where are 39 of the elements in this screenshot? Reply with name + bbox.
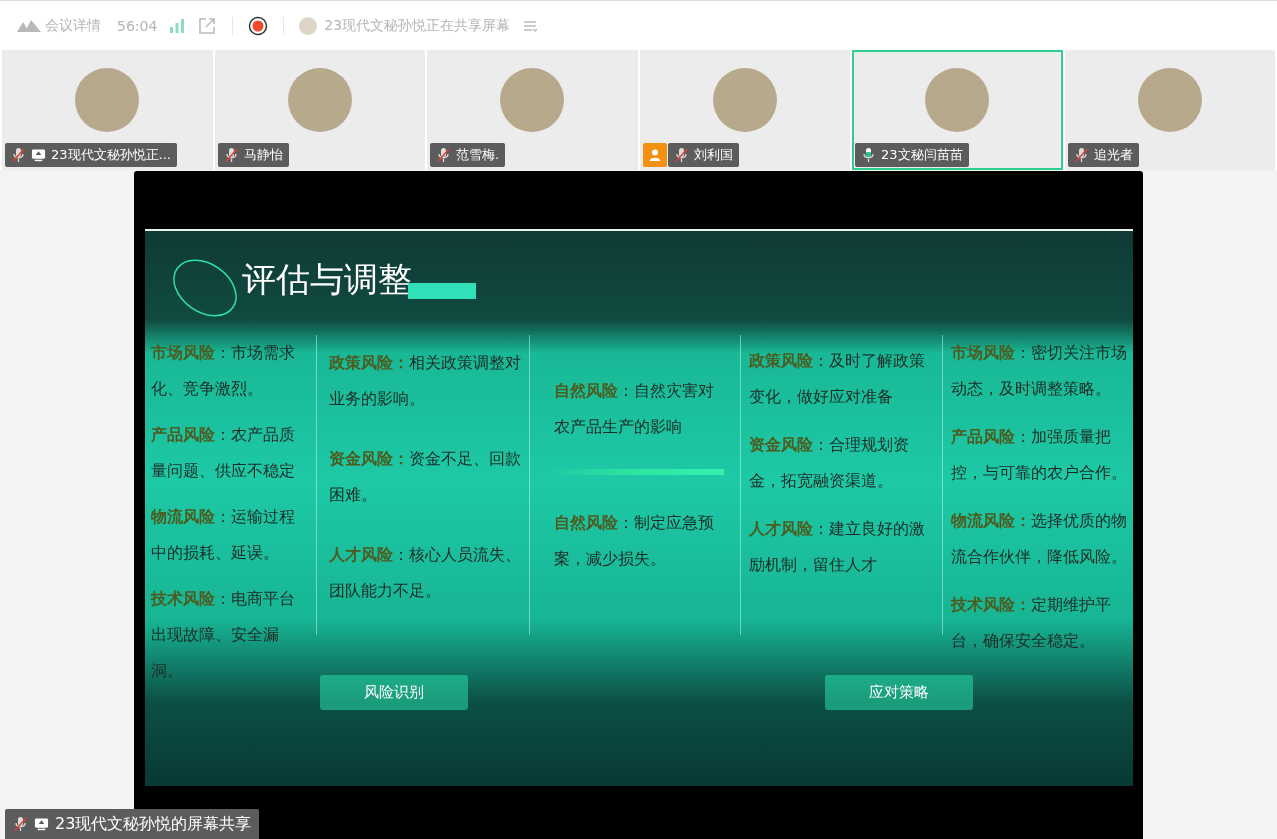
risk-item-text: 产品风险：农产品质量问题、供应不稳定 — [151, 424, 296, 482]
stage-platform-label: 应对策略 — [825, 675, 973, 710]
participant-name: 追光者 — [1093, 146, 1133, 164]
slide-title: 评估与调整 — [242, 258, 412, 301]
risk-item-text: 人才风险：核心人员流失、团队能力不足。 — [329, 544, 522, 602]
risk-item-text: 物流风险：选择优质的物流合作伙伴，降低风险。 — [951, 510, 1128, 568]
participant-name: 23现代文秘孙悦正... — [51, 146, 171, 164]
participant-tile[interactable]: 23文秘闫苗苗 — [852, 50, 1063, 170]
participant-name: 马静怡 — [243, 146, 283, 164]
risk-item-text: 人才风险：建立良好的激励机制，留住人才 — [749, 518, 926, 576]
participant-name: 范雪梅. — [456, 146, 500, 164]
risk-item-text: 技术风险：定期维护平台，确保安全稳定。 — [951, 594, 1112, 652]
stage-platform-label: 风险识别 — [320, 675, 468, 710]
participant-tile[interactable]: 范雪梅. — [427, 50, 638, 170]
risk-item-text: 市场风险：密切关注市场动态，及时调整策略。 — [951, 342, 1128, 400]
risk-item-text: 产品风险：加强质量把控，与可靠的农户合作。 — [951, 426, 1128, 484]
logo-icon — [17, 18, 41, 33]
participant-name: 刘利国 — [693, 146, 733, 164]
external-link-icon[interactable] — [197, 15, 218, 36]
risk-item-text: 自然风险：自然灾害对农产品生产的影响 — [554, 380, 715, 438]
risk-item-text: 自然风险：制定应急预案，减少损失。 — [554, 512, 715, 570]
participant-tile[interactable]: 刘利国 — [639, 50, 850, 170]
risk-item-text: 物流风险：运输过程中的损耗、延误。 — [151, 506, 296, 564]
risk-item-text: 资金风险：资金不足、回款困难。 — [329, 448, 522, 506]
participant-name: 23文秘闫苗苗 — [881, 146, 963, 164]
participant-tile[interactable]: 追光者 — [1064, 50, 1275, 170]
avatar-icon — [299, 16, 318, 35]
participant-tile[interactable]: 马静怡 — [214, 50, 425, 170]
risk-item-text: 市场风险：市场需求化、竞争激烈。 — [151, 342, 296, 400]
risk-item-text: 政策风险：及时了解政策变化，做好应对准备 — [749, 350, 926, 408]
record-button[interactable] — [248, 15, 269, 36]
risk-item-text: 政策风险：相关政策调整对业务的影响。 — [329, 352, 522, 410]
screen-share-label: 23现代文秘孙悦的屏幕共享 — [55, 813, 252, 835]
signal-bars-icon — [169, 17, 186, 34]
risk-item-text: 资金风险：合理规划资金，拓宽融资渠道。 — [749, 434, 910, 492]
risk-item-text: 技术风险：电商平台出现故障、安全漏洞。 — [151, 588, 296, 682]
participant-tile[interactable]: 23现代文秘孙悦正... — [2, 50, 213, 170]
meeting-timer: 56:04 — [117, 17, 158, 34]
screen-share-notice: 23现代文秘孙悦正在共享屏幕 — [324, 16, 511, 35]
